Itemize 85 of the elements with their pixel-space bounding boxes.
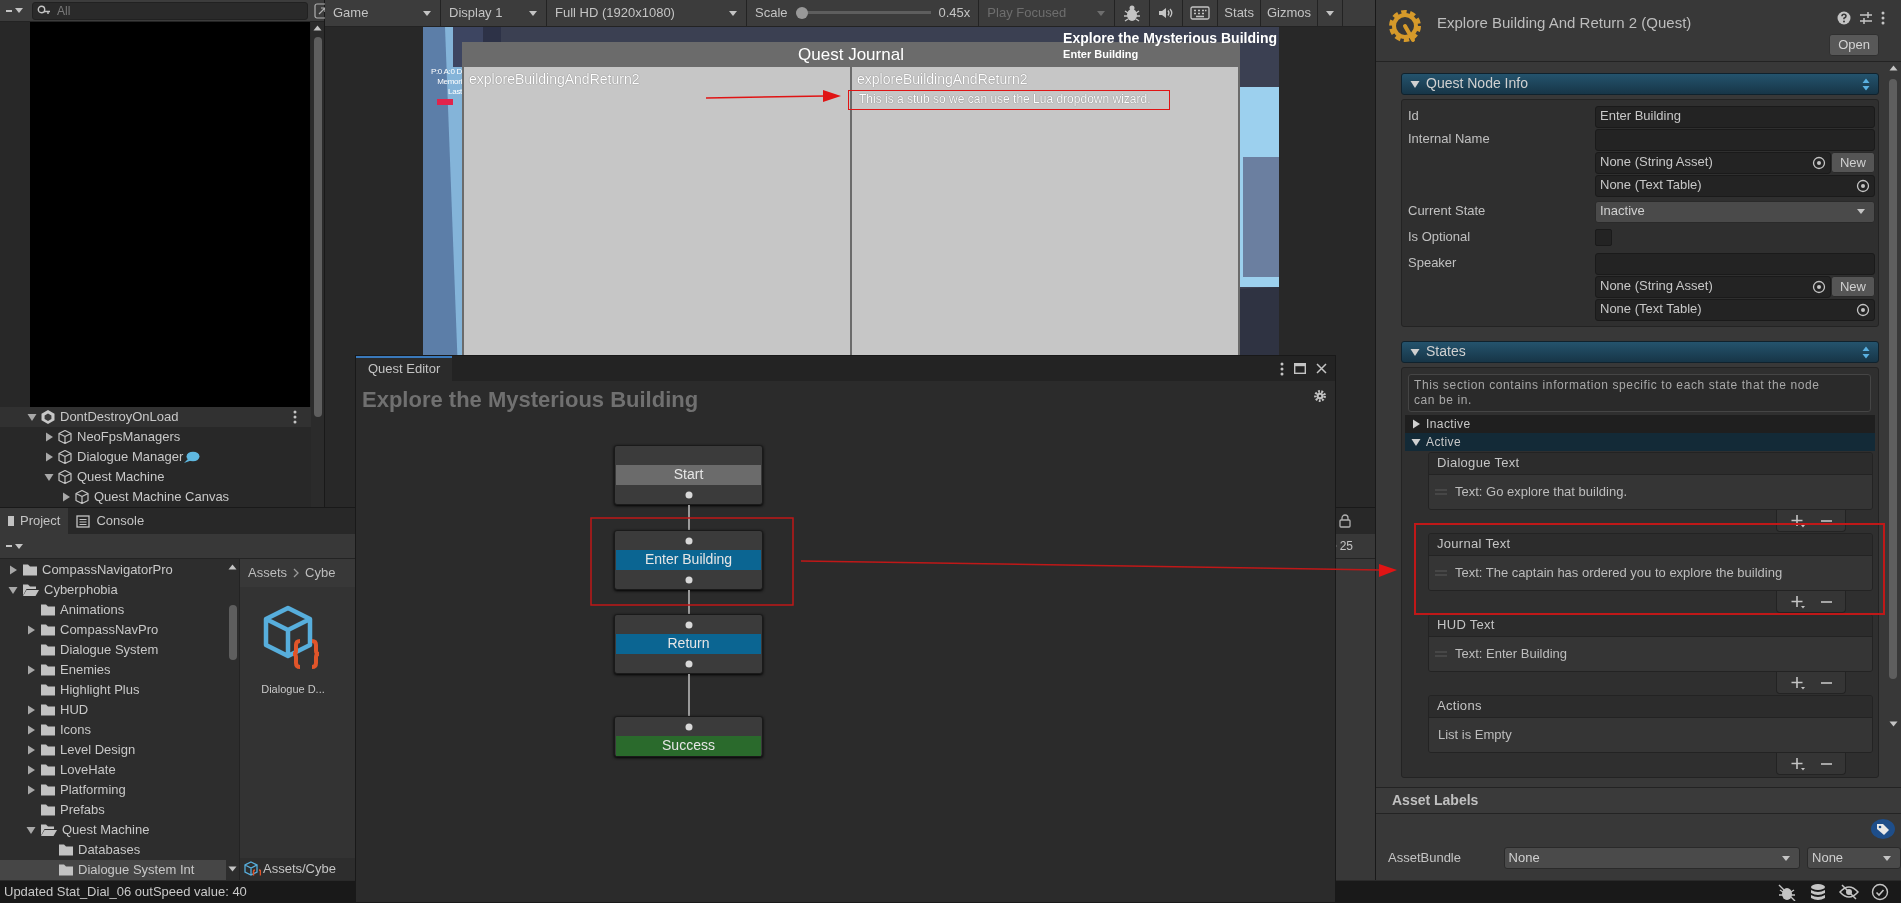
list-item: Text: The captain has ordered you to explore the building	[1455, 564, 1783, 582]
hierarchy-item[interactable]: DontDestroyOnLoad	[0, 407, 312, 427]
dropdown[interactable]: None	[1503, 847, 1800, 869]
field-label: Id	[1408, 108, 1420, 125]
node-title: Success	[616, 736, 761, 756]
node-title: Enter Building	[616, 550, 761, 570]
asset-label: Dialogue D...	[261, 683, 325, 697]
foldout-row[interactable]: Active	[1405, 433, 1875, 451]
empty-message: List is Empty	[1437, 726, 1512, 744]
folder-item[interactable]: Icons	[0, 720, 226, 740]
folder-item[interactable]: Level Design	[0, 740, 226, 760]
item-count: 25	[1339, 538, 1353, 554]
panel-tab[interactable]: Project	[0, 508, 69, 534]
folder-item[interactable]: Highlight Plus	[0, 680, 226, 700]
quest-node[interactable]: Success	[614, 716, 763, 757]
new-button[interactable]: New	[1831, 152, 1875, 173]
hierarchy-item[interactable]: NeoFpsManagers	[0, 427, 312, 447]
quest-node[interactable]: Return	[614, 614, 763, 674]
field-label: AssetBundle	[1388, 849, 1462, 867]
foldout-row[interactable]: Inactive	[1405, 415, 1875, 433]
breadcrumb-item[interactable]: Cybe	[305, 564, 336, 582]
editor-title: Explore the Mysterious Building	[362, 386, 699, 414]
folder-item[interactable]: Animations	[0, 600, 226, 620]
resolution-dropdown[interactable]: Full HD (1920x1080)	[547, 0, 747, 26]
quest-node[interactable]: Start	[614, 445, 763, 505]
hud-text: P:0 A:0 D	[429, 67, 462, 77]
folder-item[interactable]: Platforming	[0, 780, 226, 800]
quest-heading: exploreBuildingAndReturn2	[857, 71, 1028, 89]
hierarchy-item[interactable]: Dialogue Manager	[0, 447, 312, 467]
section-title: Quest Node Info	[1426, 75, 1528, 93]
object-field[interactable]: None (String Asset)	[1595, 151, 1831, 174]
field-label: Speaker	[1408, 255, 1458, 272]
folder-item[interactable]: Dialogue System Int	[0, 860, 226, 880]
object-field[interactable]: None (Text Table)	[1595, 298, 1875, 321]
list-item: Text: Go explore that building.	[1455, 483, 1627, 501]
folder-item[interactable]: Databases	[0, 840, 226, 860]
folder-item[interactable]: Prefabs	[0, 800, 226, 820]
folder-item[interactable]: CompassNavigatorPro	[0, 560, 226, 580]
text-field[interactable]: Enter Building	[1595, 105, 1875, 128]
tracker-title: Explore the Mysterious Building	[1063, 30, 1277, 48]
node-title: Start	[616, 465, 761, 485]
foldout-label: Inactive	[1426, 416, 1471, 432]
panel-title: Quest Journal	[798, 44, 904, 66]
hierarchy-item[interactable]: Quest Machine	[0, 467, 312, 487]
tracker-objective: Enter Building	[1063, 47, 1140, 62]
section-header[interactable]: States	[1401, 341, 1879, 363]
object-field[interactable]: None (String Asset)	[1595, 275, 1831, 298]
hud-text: Last	[447, 87, 462, 97]
folder-item[interactable]: Enemies	[0, 660, 226, 680]
section-title: States	[1426, 343, 1466, 361]
asset-path: Assets/Cybe	[263, 860, 336, 878]
hierarchy-item[interactable]: Quest Machine Canvas	[0, 487, 312, 507]
scale-value: 0.45x	[938, 4, 971, 22]
new-button[interactable]: New	[1831, 276, 1875, 297]
display-dropdown[interactable]: Display 1	[441, 0, 547, 26]
field-label: Is Optional	[1408, 229, 1472, 246]
object-field[interactable]: None (Text Table)	[1595, 174, 1875, 197]
field-label: Internal Name	[1408, 131, 1491, 148]
breadcrumb-item[interactable]: Assets	[248, 564, 287, 582]
list-item: Text: Enter Building	[1455, 645, 1567, 663]
folder-item[interactable]: CompassNavPro	[0, 620, 226, 640]
scale-label: Scale	[755, 4, 788, 22]
folder-item[interactable]: Cyberphobia	[0, 580, 226, 600]
folder-item[interactable]: Dialogue System	[0, 640, 226, 660]
dropdown[interactable]: Inactive	[1595, 200, 1875, 223]
folder-item[interactable]: HUD	[0, 700, 226, 720]
field-label: Current State	[1408, 203, 1487, 220]
foldout-label: Active	[1426, 434, 1462, 450]
folder-item[interactable]: Quest Machine	[0, 820, 226, 840]
inspector-title: Explore Building And Return 2 (Quest)	[1437, 14, 1692, 33]
help-text: This section contains information specific to each state that the node can be in.	[1408, 374, 1871, 412]
window-tab[interactable]: Quest Editor	[356, 356, 453, 381]
quest-node[interactable]: Enter Building	[614, 530, 763, 590]
section-header[interactable]: Quest Node Info	[1401, 73, 1879, 95]
folder-item[interactable]: LoveHate	[0, 760, 226, 780]
stats-button[interactable]: Stats	[1218, 0, 1261, 26]
open-button[interactable]: Open	[1829, 34, 1879, 56]
status-message: Updated Stat_Dial_06 outSpeed value: 40	[4, 883, 247, 901]
hud-text: Memori	[436, 77, 462, 87]
panel-tab[interactable]: Console	[68, 508, 153, 534]
view-dropdown[interactable]: Game	[325, 0, 441, 26]
search-field[interactable]: All	[32, 1, 308, 20]
dropdown[interactable]: None	[1807, 847, 1901, 869]
node-title: Return	[616, 634, 761, 654]
gizmos-button[interactable]: Gizmos	[1260, 0, 1319, 26]
